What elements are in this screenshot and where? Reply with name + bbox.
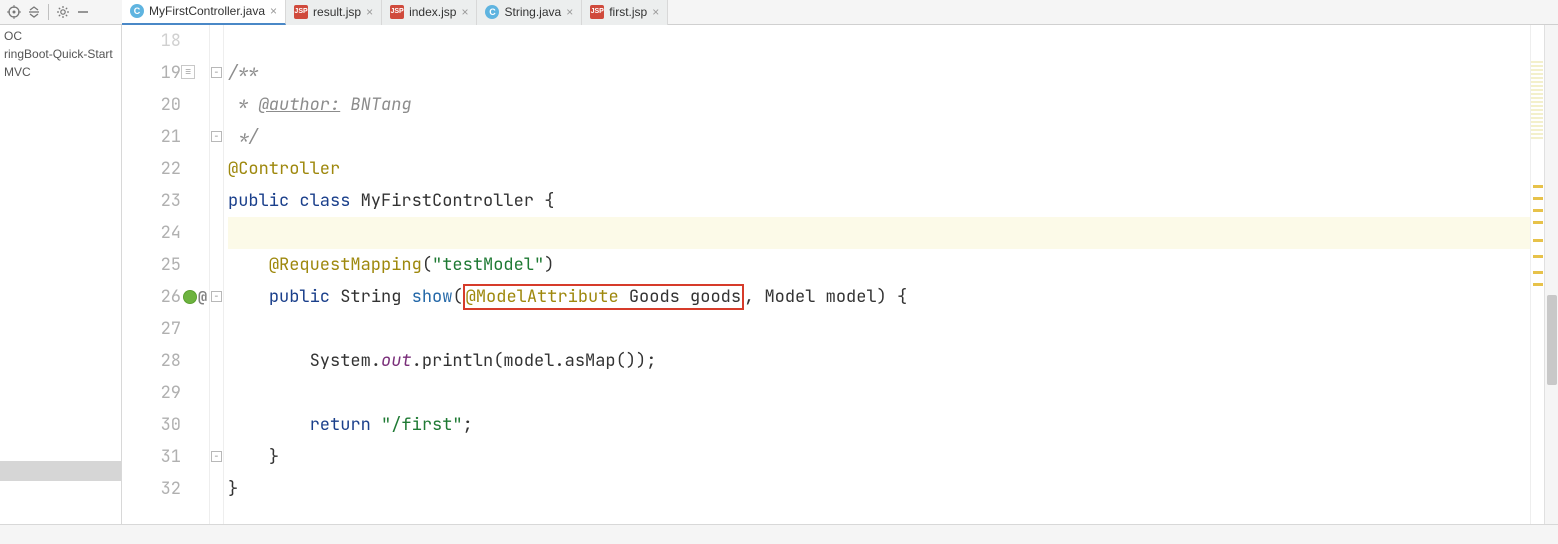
- error-stripe[interactable]: [1530, 25, 1544, 524]
- warning-marker[interactable]: [1533, 239, 1543, 242]
- line-number: 30: [122, 409, 181, 441]
- project-sidebar[interactable]: OCringBoot-Quick-StartMVC: [0, 25, 122, 524]
- code-line[interactable]: }: [228, 473, 1530, 505]
- sidebar-item[interactable]: ringBoot-Quick-Start: [0, 45, 121, 63]
- code-line[interactable]: [228, 377, 1530, 409]
- warning-marker[interactable]: [1533, 283, 1543, 286]
- line-number: 24: [122, 217, 181, 249]
- tab-label: first.jsp: [609, 5, 647, 19]
- collapse-all-icon[interactable]: [26, 4, 42, 20]
- line-number: 22: [122, 153, 181, 185]
- code-line[interactable]: /**: [228, 57, 1530, 89]
- scrollbar-thumb[interactable]: [1547, 295, 1557, 385]
- sidebar-item[interactable]: MVC: [0, 63, 121, 81]
- fold-toggle-icon[interactable]: [211, 291, 222, 302]
- close-icon[interactable]: ×: [566, 5, 573, 19]
- editor-tab[interactable]: C MyFirstController.java ×: [122, 0, 286, 25]
- editor-tab[interactable]: JSP index.jsp ×: [382, 0, 477, 25]
- line-number: 18: [122, 25, 181, 57]
- top-toolbar: CMyFirstController.java×JSPresult.jsp×JS…: [0, 0, 1558, 25]
- tab-label: index.jsp: [409, 5, 456, 19]
- editor-tab[interactable]: JSP result.jsp ×: [286, 0, 382, 25]
- editor-tab[interactable]: C String.java ×: [477, 0, 582, 25]
- line-number: 27: [122, 313, 181, 345]
- tab-label: result.jsp: [313, 5, 361, 19]
- fold-toggle-icon[interactable]: [211, 451, 222, 462]
- line-number: 21: [122, 121, 181, 153]
- warning-marker[interactable]: [1533, 271, 1543, 274]
- fold-column: [210, 25, 224, 524]
- main-area: OCringBoot-Quick-StartMVC @ 181920212223…: [0, 25, 1558, 524]
- code-line[interactable]: @RequestMapping("testModel"): [228, 249, 1530, 281]
- code-line[interactable]: public class MyFirstController {: [228, 185, 1530, 217]
- line-number: 31: [122, 441, 181, 473]
- sidebar-selection: [0, 461, 121, 481]
- warning-marker[interactable]: [1533, 185, 1543, 188]
- java-file-icon: C: [485, 5, 499, 19]
- line-number: 20: [122, 89, 181, 121]
- editor-tab[interactable]: JSP first.jsp ×: [582, 0, 668, 25]
- mapping-icon[interactable]: @: [198, 281, 207, 313]
- highlight-box: @ModelAttribute Goods goods: [463, 284, 744, 310]
- code-line[interactable]: [228, 217, 1530, 249]
- warning-marker[interactable]: [1533, 255, 1543, 258]
- code-line[interactable]: System.out.println(model.asMap());: [228, 345, 1530, 377]
- line-number: 29: [122, 377, 181, 409]
- jsp-file-icon: JSP: [294, 5, 308, 19]
- line-number: 32: [122, 473, 181, 505]
- code-line[interactable]: }: [228, 441, 1530, 473]
- code-line[interactable]: * @author: BNTang: [228, 89, 1530, 121]
- minimap-thumb: [1531, 61, 1543, 141]
- tab-label: MyFirstController.java: [149, 4, 265, 18]
- minimize-icon[interactable]: [75, 4, 91, 20]
- warning-marker[interactable]: [1533, 221, 1543, 224]
- code-line[interactable]: [228, 313, 1530, 345]
- code-line[interactable]: public String show(@ModelAttribute Goods…: [228, 281, 1530, 313]
- jsp-file-icon: JSP: [390, 5, 404, 19]
- code-line[interactable]: [228, 25, 1530, 57]
- close-icon[interactable]: ×: [366, 5, 373, 19]
- code-line[interactable]: @Controller: [228, 153, 1530, 185]
- warning-marker[interactable]: [1533, 209, 1543, 212]
- vertical-scrollbar[interactable]: [1544, 25, 1558, 524]
- spring-bean-icon[interactable]: [183, 290, 197, 304]
- jsp-file-icon: JSP: [590, 5, 604, 19]
- close-icon[interactable]: ×: [652, 5, 659, 19]
- target-icon[interactable]: [6, 4, 22, 20]
- line-number: 25: [122, 249, 181, 281]
- code-line[interactable]: return "/first";: [228, 409, 1530, 441]
- warning-marker[interactable]: [1533, 197, 1543, 200]
- editor-tab-strip: CMyFirstController.java×JSPresult.jsp×JS…: [122, 0, 668, 25]
- line-number: 28: [122, 345, 181, 377]
- code-area[interactable]: /** * @author: BNTang */@Controllerpubli…: [224, 25, 1530, 524]
- line-number: 26: [122, 281, 181, 313]
- code-editor[interactable]: @ 181920212223242526272829303132 /** * @…: [122, 25, 1558, 524]
- editor-gutter: @ 181920212223242526272829303132: [122, 25, 210, 524]
- toolbar-separator: [48, 4, 49, 20]
- gear-icon[interactable]: [55, 4, 71, 20]
- toolbar-left-buttons: [0, 0, 122, 24]
- fold-toggle-icon[interactable]: [211, 67, 222, 78]
- doc-hint-icon[interactable]: [181, 65, 195, 79]
- fold-toggle-icon[interactable]: [211, 131, 222, 142]
- status-bar: [0, 524, 1558, 544]
- close-icon[interactable]: ×: [461, 5, 468, 19]
- tab-label: String.java: [504, 5, 561, 19]
- java-file-icon: C: [130, 4, 144, 18]
- gutter-icons-line-26[interactable]: @: [183, 281, 207, 313]
- close-icon[interactable]: ×: [270, 4, 277, 18]
- sidebar-item[interactable]: OC: [0, 27, 121, 45]
- line-number: 23: [122, 185, 181, 217]
- code-line[interactable]: */: [228, 121, 1530, 153]
- line-number: 19: [122, 57, 181, 89]
